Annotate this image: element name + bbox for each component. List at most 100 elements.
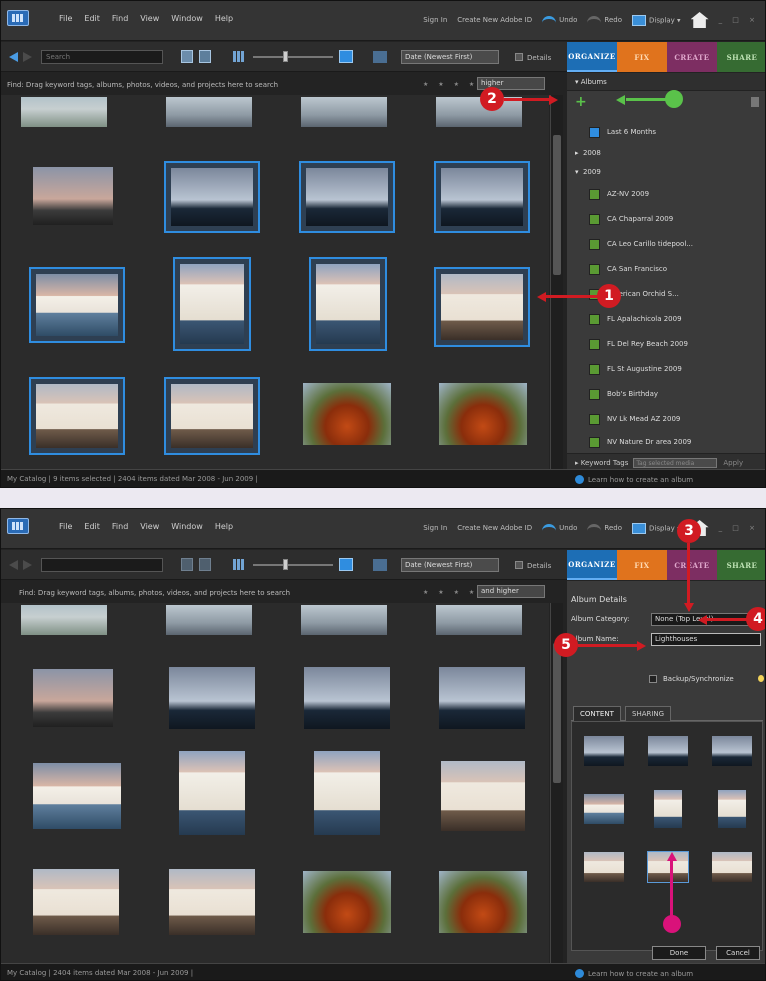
tab-sharing[interactable]: SHARING — [625, 706, 672, 721]
photo-thumbnail[interactable] — [33, 763, 121, 829]
photo-thumbnail[interactable] — [314, 751, 380, 835]
cancel-button[interactable]: Cancel — [716, 946, 760, 960]
menu-help[interactable]: Help — [215, 14, 233, 23]
photo-thumbnail-selected[interactable] — [299, 161, 395, 233]
content-thumbnail[interactable] — [654, 790, 682, 828]
keyword-tags-label[interactable]: Keyword Tags — [581, 459, 629, 467]
media-view-icon[interactable] — [181, 50, 193, 63]
photo-thumbnail[interactable] — [304, 667, 390, 729]
single-photo-icon[interactable] — [339, 558, 353, 571]
thumbnail-grid-icon[interactable] — [233, 51, 245, 62]
create-id-link[interactable]: Create New Adobe ID — [457, 524, 532, 532]
album-item[interactable]: CA Chaparral 2009 — [589, 210, 673, 228]
content-thumbnail[interactable] — [584, 736, 624, 766]
learn-link[interactable]: Learn how to create an album — [567, 963, 765, 980]
photo-thumbnail-selected[interactable] — [434, 267, 530, 347]
content-thumbnail[interactable] — [718, 790, 746, 828]
tag-input[interactable]: Tag selected media — [633, 458, 718, 468]
photo-thumbnail[interactable] — [303, 383, 391, 445]
sign-in-link[interactable]: Sign In — [423, 524, 447, 532]
done-button[interactable]: Done — [652, 946, 706, 960]
content-thumbnail[interactable] — [584, 852, 624, 882]
photo-thumbnail[interactable] — [169, 667, 255, 729]
photo-thumbnail-selected[interactable] — [29, 267, 125, 343]
tab-content[interactable]: CONTENT — [573, 706, 621, 721]
photo-thumbnail[interactable] — [166, 605, 252, 635]
tab-fix[interactable]: FIX — [617, 42, 667, 72]
grid-scrollbar[interactable] — [550, 95, 563, 469]
tab-fix[interactable]: FIX — [617, 550, 667, 580]
photo-thumbnail[interactable] — [436, 605, 522, 635]
window-controls[interactable]: _ □ × — [719, 524, 759, 532]
menu-help[interactable]: Help — [215, 522, 233, 531]
photo-thumbnail[interactable] — [301, 97, 387, 127]
photo-browser-icon[interactable] — [199, 558, 211, 571]
menu-find[interactable]: Find — [112, 14, 128, 23]
content-thumbnail[interactable] — [712, 736, 752, 766]
album-item[interactable]: FL Apalachicola 2009 — [589, 310, 682, 328]
album-name-input[interactable]: Lighthouses — [651, 633, 761, 646]
scrollbar-thumb[interactable] — [553, 643, 561, 783]
photo-thumbnail-selected[interactable] — [173, 257, 251, 351]
tab-organize[interactable]: ORGANIZE — [567, 550, 617, 580]
album-item[interactable]: AZ-NV 2009 — [589, 185, 649, 203]
year-2008[interactable]: ▸ 2008 — [575, 149, 601, 157]
photo-thumbnail[interactable] — [436, 97, 522, 127]
photo-thumbnail[interactable] — [303, 871, 391, 933]
lightbulb-icon[interactable] — [758, 675, 764, 682]
forward-icon[interactable] — [23, 52, 32, 62]
single-photo-icon[interactable] — [339, 50, 353, 63]
media-view-icon[interactable] — [181, 558, 193, 571]
date-view-icon[interactable] — [373, 559, 387, 571]
photo-thumbnail[interactable] — [21, 97, 107, 127]
date-view-icon[interactable] — [373, 51, 387, 63]
thumbnail-grid-icon[interactable] — [233, 559, 245, 570]
home-icon[interactable] — [690, 12, 709, 28]
content-thumbnail[interactable] — [584, 794, 624, 824]
create-id-link[interactable]: Create New Adobe ID — [457, 16, 532, 24]
search-input[interactable]: Search — [41, 50, 163, 64]
photo-thumbnail[interactable] — [166, 97, 252, 127]
tab-create[interactable]: CREATE — [667, 42, 717, 72]
photo-thumbnail-selected[interactable] — [164, 377, 260, 455]
photo-thumbnail[interactable] — [439, 667, 525, 729]
undo-button[interactable]: Undo — [542, 16, 577, 24]
sign-in-link[interactable]: Sign In — [423, 16, 447, 24]
sort-dropdown[interactable]: Date (Newest First) — [401, 558, 499, 572]
tab-share[interactable]: SHARE — [717, 42, 765, 72]
album-item[interactable]: CA Leo Carillo tidepool... — [589, 235, 693, 253]
menu-edit[interactable]: Edit — [84, 522, 100, 531]
trash-icon[interactable] — [751, 97, 759, 107]
photo-thumbnail[interactable] — [33, 167, 113, 225]
album-item[interactable]: NV Lk Mead AZ 2009 — [589, 410, 680, 428]
window-controls[interactable]: _ □ × — [719, 16, 759, 24]
back-icon[interactable] — [9, 560, 18, 570]
rating-dropdown[interactable]: and higher — [477, 585, 545, 598]
redo-button[interactable]: Redo — [587, 524, 622, 532]
photo-thumbnail[interactable] — [439, 383, 527, 445]
menu-file[interactable]: File — [59, 522, 72, 531]
photo-thumbnail[interactable] — [441, 761, 525, 831]
tab-share[interactable]: SHARE — [717, 550, 765, 580]
album-item[interactable]: FL Del Rey Beach 2009 — [589, 335, 688, 353]
menu-file[interactable]: File — [59, 14, 72, 23]
sort-dropdown[interactable]: Date (Newest First) — [401, 50, 499, 64]
thumbnail-size-slider[interactable] — [253, 564, 333, 566]
display-button[interactable]: Display ▾ — [632, 14, 681, 26]
album-item[interactable]: CA San Francisco — [589, 260, 667, 278]
thumbnail-size-slider[interactable] — [253, 56, 333, 58]
redo-button[interactable]: Redo — [587, 16, 622, 24]
tab-organize[interactable]: ORGANIZE — [567, 42, 617, 72]
album-item[interactable]: NV Nature Dr area 2009 — [589, 433, 691, 451]
photo-thumbnail[interactable] — [33, 669, 113, 727]
photo-thumbnail[interactable] — [439, 871, 527, 933]
photo-thumbnail-selected[interactable] — [434, 161, 530, 233]
tab-create[interactable]: CREATE — [667, 550, 717, 580]
photo-thumbnail-selected[interactable] — [309, 257, 387, 351]
menu-find[interactable]: Find — [112, 522, 128, 531]
menu-view[interactable]: View — [140, 14, 159, 23]
photo-thumbnail[interactable] — [179, 751, 245, 835]
album-item[interactable]: FL St Augustine 2009 — [589, 360, 682, 378]
slider-knob[interactable] — [283, 51, 288, 62]
photo-browser-icon[interactable] — [199, 50, 211, 63]
